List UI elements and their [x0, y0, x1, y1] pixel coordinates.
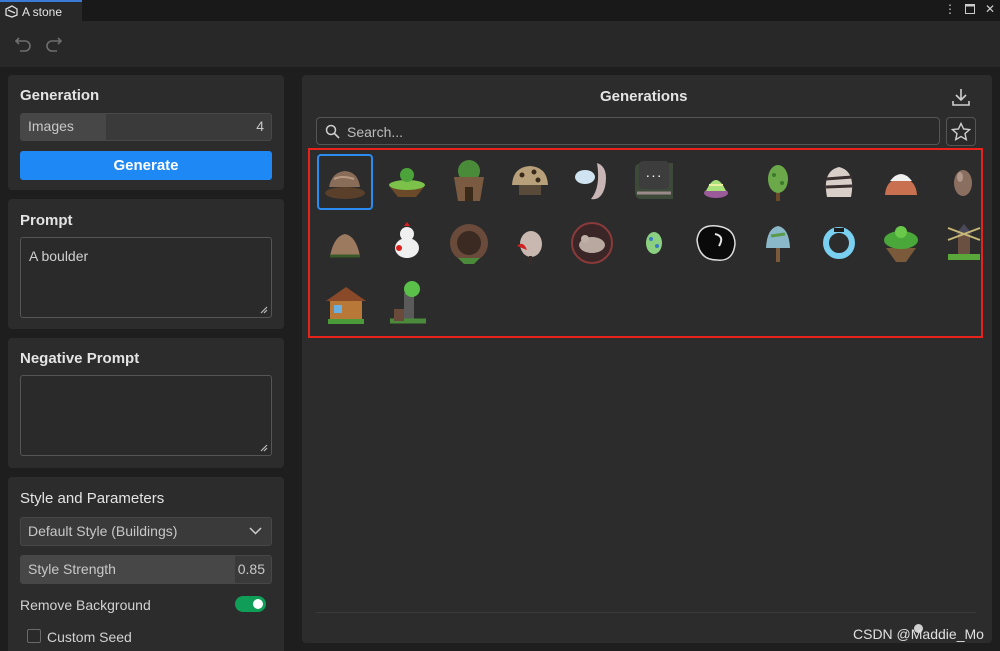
- generation-thumbnail[interactable]: [688, 154, 744, 210]
- generation-thumbnail[interactable]: [441, 154, 497, 210]
- maximize-icon[interactable]: [964, 2, 976, 16]
- thumbnail-image: [325, 171, 365, 199]
- title-bar: A stone ⋮ ✕: [0, 0, 1000, 21]
- style-dropdown-value: Default Style (Buildings): [28, 523, 178, 539]
- download-icon: [952, 89, 970, 106]
- generation-thumbnail[interactable]: [935, 154, 991, 210]
- generation-thumbnail[interactable]: [811, 215, 867, 271]
- star-icon: [951, 121, 971, 141]
- images-count-field[interactable]: Images 4: [20, 113, 272, 141]
- window-tab[interactable]: A stone: [0, 0, 82, 21]
- generate-button[interactable]: Generate: [20, 151, 272, 180]
- generation-thumbnail[interactable]: [873, 215, 929, 271]
- generation-thumbnail[interactable]: [379, 276, 435, 332]
- generation-thumbnail[interactable]: [688, 215, 744, 271]
- thumbnail-image: [575, 163, 606, 200]
- resize-handle-icon[interactable]: [259, 305, 268, 314]
- style-strength-label: Style Strength: [28, 561, 116, 577]
- thumbnail-image: [947, 224, 981, 260]
- generation-thumbnail[interactable]: [564, 215, 620, 271]
- style-dropdown[interactable]: Default Style (Buildings): [20, 517, 272, 546]
- negative-prompt-title: Negative Prompt: [20, 350, 140, 367]
- thumbnail-image: [704, 180, 728, 198]
- redo-icon: [46, 37, 63, 52]
- close-icon[interactable]: ✕: [984, 2, 996, 16]
- thumbnail-image: [571, 222, 613, 264]
- generation-thumbnail[interactable]: [811, 154, 867, 210]
- undo-button[interactable]: [12, 32, 34, 54]
- remove-background-toggle[interactable]: [235, 596, 266, 612]
- style-strength-value: 0.85: [237, 561, 265, 577]
- generation-thumbnail[interactable]: [750, 154, 806, 210]
- generation-thumbnail[interactable]: [564, 154, 620, 210]
- panel-divider: [316, 612, 976, 613]
- generation-thumbnail[interactable]: [379, 154, 435, 210]
- remove-background-label: Remove Background: [20, 597, 151, 613]
- generation-thumbnail[interactable]: [317, 276, 373, 332]
- thumbnail-image: [884, 226, 918, 262]
- generation-thumbnail[interactable]: [750, 215, 806, 271]
- thumbnail-image: [326, 287, 366, 324]
- more-options-button[interactable]: ···: [639, 161, 669, 189]
- prompt-text: A boulder: [29, 248, 89, 264]
- negative-prompt-input[interactable]: [20, 375, 272, 456]
- style-strength-slider[interactable]: Style Strength 0.85: [20, 555, 272, 584]
- generation-thumbnail[interactable]: [441, 215, 497, 271]
- kebab-menu-icon[interactable]: ⋮: [944, 2, 956, 16]
- generation-thumbnail[interactable]: [317, 215, 373, 271]
- thumbnail-image: [766, 226, 790, 262]
- thumbnail-image: [768, 165, 788, 201]
- thumbnail-image: [696, 225, 736, 261]
- watermark-text: CSDN @Maddie_Mo: [853, 626, 984, 642]
- thumbnail-image: [330, 234, 360, 258]
- generation-thumbnail[interactable]: [935, 215, 991, 271]
- thumbnail-image: [512, 166, 548, 195]
- favorites-button[interactable]: [946, 117, 976, 146]
- thumbnail-image: [823, 227, 855, 259]
- chevron-down-icon: [249, 527, 262, 535]
- thumbnail-image: [825, 167, 853, 197]
- thumbnail-image: [454, 160, 484, 201]
- toolbar: [0, 21, 1000, 67]
- thumbnail-image: [390, 281, 426, 324]
- custom-seed-label: Custom Seed: [47, 629, 132, 645]
- style-title: Style and Parameters: [20, 490, 165, 507]
- images-value: 4: [256, 118, 264, 134]
- generation-thumbnail[interactable]: [502, 154, 558, 210]
- prompt-input[interactable]: A boulder: [20, 237, 272, 318]
- search-field[interactable]: [316, 117, 940, 145]
- redo-button[interactable]: [43, 32, 65, 54]
- generation-thumbnail[interactable]: [317, 154, 373, 210]
- thumbnail-image: [395, 222, 419, 258]
- window-tab-label: A stone: [22, 4, 63, 19]
- undo-icon: [14, 37, 31, 52]
- thumbnail-image: [389, 168, 425, 197]
- search-input[interactable]: [347, 122, 927, 141]
- resize-handle-icon[interactable]: [259, 443, 268, 452]
- prompt-title: Prompt: [20, 212, 73, 229]
- thumbnail-image: [517, 231, 542, 264]
- unity-logo-icon: [5, 5, 18, 18]
- download-button[interactable]: [950, 86, 972, 108]
- thumbnail-image: [450, 224, 488, 264]
- thumbnail-image: [885, 174, 917, 195]
- thumbnail-image: [646, 232, 662, 254]
- generations-title: Generations: [600, 88, 688, 105]
- search-icon: [325, 124, 340, 139]
- generation-thumbnail[interactable]: [379, 215, 435, 271]
- generation-thumbnail[interactable]: [873, 154, 929, 210]
- images-label: Images: [28, 118, 74, 134]
- thumbnail-image: [954, 170, 972, 196]
- generation-thumbnail[interactable]: [626, 215, 682, 271]
- generation-thumbnail[interactable]: [502, 215, 558, 271]
- custom-seed-checkbox[interactable]: [27, 629, 41, 643]
- generation-title: Generation: [20, 87, 100, 104]
